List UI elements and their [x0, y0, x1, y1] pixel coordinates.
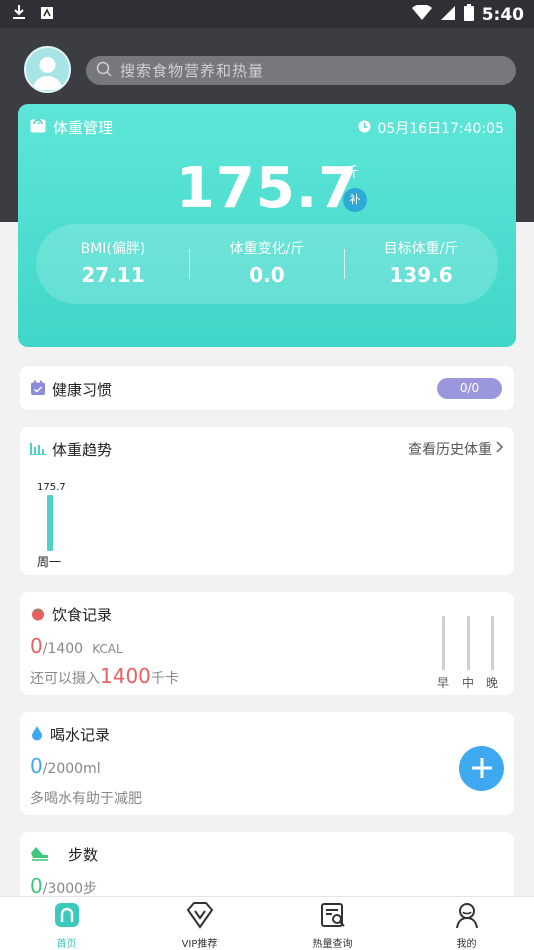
water-current: 0 [30, 754, 43, 778]
meal-breakfast: 早 [433, 616, 453, 691]
healthy-habits-card[interactable]: 健康习惯 0/0 [20, 366, 514, 410]
nav-home[interactable]: 首页 [0, 901, 133, 950]
diet-remaining-row: 还可以摄入1400千卡 [30, 664, 179, 688]
notification-icon [40, 5, 54, 24]
habits-progress-badge: 0/0 [437, 378, 502, 399]
profile-icon [453, 903, 481, 933]
meal-label: 中 [461, 676, 474, 690]
bmi-stat: BMI(偏胖) 27.11 [36, 238, 190, 287]
weight-card-title: 体重管理 [53, 119, 114, 137]
trend-header: 体重趋势 [30, 439, 112, 460]
calendar-icon [30, 380, 46, 400]
nav-home-label: 首页 [56, 939, 77, 950]
water-tip: 多喝水有助于减肥 [30, 791, 142, 807]
meal-bar [490, 616, 494, 670]
view-history-label: 查看历史体重 [408, 442, 492, 458]
search-row: 搜索食物营养和热量 [24, 46, 516, 94]
diet-remain-prefix: 还可以摄入 [30, 671, 100, 687]
diet-header: 饮食记录 [30, 604, 112, 625]
meal-bar [441, 616, 445, 670]
diet-remain-value: 1400 [100, 664, 151, 688]
target-weight-stat[interactable]: 目标体重/斤 139.6 [344, 238, 498, 287]
download-icon [12, 4, 26, 24]
weight-card-datetime-row: 05月16日17:40:05 [358, 118, 504, 138]
weight-stats-panel: BMI(偏胖) 27.11 体重变化/斤 0.0 目标体重/斤 139.6 [36, 224, 498, 304]
bottom-navigation: 首页 VIP推荐 热量查询 我的 [0, 896, 534, 950]
bmi-label: BMI(偏胖) [80, 241, 146, 257]
vip-diamond-icon [185, 902, 215, 933]
diet-record-card[interactable]: 饮食记录 0/1400 KCAL 还可以摄入1400千卡 早 中 晚 [20, 592, 514, 695]
weight-change-stat: 体重变化/斤 0.0 [190, 238, 344, 287]
wifi-icon [411, 3, 432, 25]
battery-icon [463, 4, 474, 25]
cellular-icon [440, 5, 456, 25]
steps-header: 步数 [30, 844, 98, 865]
meal-label: 晚 [485, 676, 498, 690]
weight-unit: 斤 [345, 165, 359, 181]
search-icon [96, 61, 112, 81]
water-drop-icon [30, 725, 44, 745]
status-time: 5:40 [481, 4, 524, 25]
weight-change-label: 体重变化/斤 [229, 241, 305, 257]
bar-chart-icon [30, 441, 46, 459]
water-amount-row: 0/2000ml [30, 754, 101, 778]
water-title: 喝水记录 [50, 726, 111, 744]
weight-card-datetime: 05月16日17:40:05 [377, 121, 504, 137]
nav-calorie-search-label: 热量查询 [312, 939, 353, 950]
meal-bar [466, 616, 470, 670]
water-target: /2000ml [42, 761, 101, 777]
water-header: 喝水记录 [30, 724, 110, 745]
steps-count-row: 0/3000步 [30, 874, 97, 898]
nav-vip-label: VIP推荐 [181, 939, 218, 950]
trend-bar [47, 495, 53, 551]
meal-dinner: 晚 [482, 616, 502, 691]
weight-management-card[interactable]: 体重管理 05月16日17:40:05 175.7 斤 补 BMI(偏胖) 27… [18, 104, 516, 347]
diet-calories-row: 0/1400 KCAL [30, 634, 123, 658]
status-bar: 5:40 [0, 0, 534, 28]
bmi-value: 27.11 [81, 263, 145, 287]
steps-title: 步数 [68, 846, 99, 864]
weight-card-header: 体重管理 [30, 117, 113, 138]
search-input[interactable]: 搜索食物营养和热量 [86, 56, 516, 85]
nav-profile-label: 我的 [456, 939, 477, 950]
search-placeholder: 搜索食物营养和热量 [120, 62, 265, 80]
add-water-button[interactable] [459, 746, 504, 791]
scale-icon [30, 118, 46, 137]
nav-profile[interactable]: 我的 [400, 901, 533, 950]
steps-target: /3000步 [42, 881, 98, 897]
home-icon [53, 903, 81, 933]
meal-label: 早 [436, 676, 449, 690]
nav-vip[interactable]: VIP推荐 [133, 901, 266, 950]
steps-current: 0 [30, 874, 43, 898]
weight-change-value: 0.0 [249, 263, 285, 287]
water-record-card[interactable]: 喝水记录 0/2000ml 多喝水有助于减肥 [20, 712, 514, 815]
diet-current: 0 [30, 634, 43, 658]
current-weight-value: 175.7 [175, 156, 359, 221]
diet-remain-unit: 千卡 [150, 671, 179, 687]
trend-point-value: 175.7 [37, 482, 66, 493]
supplement-badge[interactable]: 补 [343, 188, 367, 212]
habits-title: 健康习惯 [52, 381, 113, 399]
meal-lunch: 中 [458, 616, 478, 691]
view-history-weight-link[interactable]: 查看历史体重 [408, 439, 504, 459]
trend-point-day: 周一 [37, 555, 62, 569]
steps-card[interactable]: 步数 0/3000步 [20, 832, 514, 902]
plus-icon [470, 749, 494, 789]
clock-icon [358, 120, 371, 137]
weight-trend-card: 体重趋势 查看历史体重 175.7 周一 [20, 427, 514, 575]
target-weight-label: 目标体重/斤 [383, 241, 459, 257]
tomato-icon [30, 605, 46, 625]
target-weight-value: 139.6 [389, 263, 453, 287]
shoe-icon [30, 845, 50, 865]
calorie-search-icon [319, 903, 347, 933]
chevron-right-icon [496, 441, 504, 457]
habits-header: 健康习惯 [30, 379, 112, 400]
nav-calorie-search[interactable]: 热量查询 [266, 901, 399, 950]
diet-title: 饮食记录 [52, 606, 113, 624]
trend-title: 体重趋势 [52, 441, 113, 459]
diet-unit: KCAL [92, 642, 123, 656]
diet-target: /1400 [42, 641, 84, 657]
avatar[interactable] [24, 46, 71, 93]
